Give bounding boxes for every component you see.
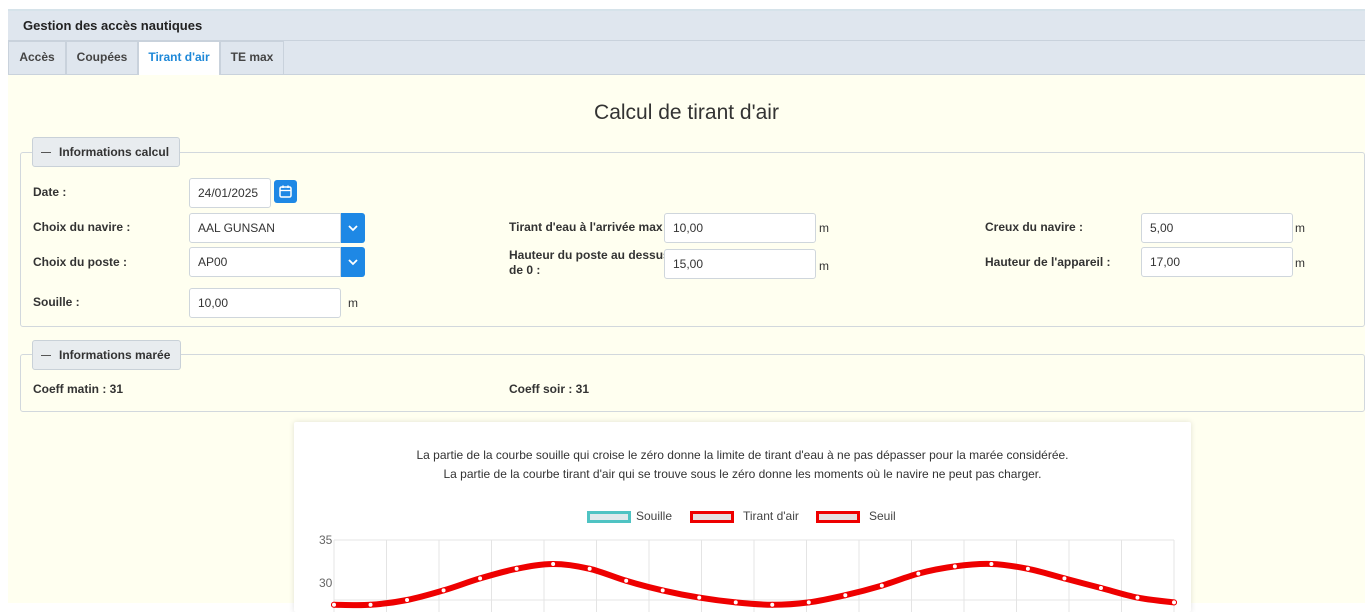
chart-plot: 35 30 <box>319 533 1177 612</box>
chevron-down-icon <box>348 259 358 266</box>
souille-input[interactable]: 10,00 <box>189 288 341 318</box>
date-input[interactable]: 24/01/2025 <box>189 178 271 208</box>
data-point[interactable] <box>842 592 849 599</box>
chart-card: La partie de la courbe souille qui crois… <box>294 422 1191 612</box>
data-point[interactable] <box>732 599 739 606</box>
navire-dropdown-button[interactable] <box>341 213 365 243</box>
coeff-matin: Coeff matin : 31 <box>33 382 124 396</box>
data-point[interactable] <box>805 599 812 606</box>
data-point[interactable] <box>659 587 666 594</box>
tab-te-max[interactable]: TE max <box>220 41 284 74</box>
data-point[interactable] <box>513 565 520 572</box>
hauteur-appareil-label: Hauteur de l'appareil : <box>985 255 1111 269</box>
info-calcul-legend: Informations calcul <box>59 145 170 159</box>
hauteur-appareil-unit: m <box>1295 256 1305 270</box>
poste-dropdown-button[interactable] <box>341 247 365 277</box>
creux-input[interactable]: 5,00 <box>1141 213 1293 243</box>
data-point[interactable] <box>988 561 995 567</box>
souille-unit: m <box>348 296 358 310</box>
tirant-eau-input[interactable]: 10,00 <box>664 213 816 243</box>
tirant-eau-label: Tirant d'eau à l'arrivée max : <box>509 220 670 234</box>
data-point[interactable] <box>915 570 922 577</box>
data-point[interactable] <box>623 577 630 584</box>
date-label: Date : <box>33 185 67 199</box>
window-title: Gestion des accès nautiques <box>23 18 203 33</box>
navire-label: Choix du navire : <box>33 220 131 234</box>
navire-select[interactable]: AAL GUNSAN <box>189 213 341 243</box>
info-maree-panel <box>20 354 1365 412</box>
poste-label: Choix du poste : <box>33 255 127 269</box>
creux-label: Creux du navire : <box>985 220 1084 234</box>
data-point[interactable] <box>1024 565 1031 572</box>
data-point[interactable] <box>1097 585 1104 591</box>
data-point[interactable] <box>367 601 374 608</box>
main-content: Calcul de tirant d'air Informations calc… <box>8 75 1365 612</box>
data-point[interactable] <box>331 601 337 608</box>
tabs-bar: Accès Coupées Tirant d'air TE max <box>8 41 1365 76</box>
y-tick-label: 30 <box>319 576 333 590</box>
tab-acces[interactable]: Accès <box>8 41 66 74</box>
hauteur-poste-unit: m <box>819 259 829 273</box>
minus-icon <box>41 355 51 357</box>
data-point[interactable] <box>404 597 411 603</box>
hauteur-poste-input[interactable]: 15,00 <box>664 249 816 279</box>
tab-coupees[interactable]: Coupées <box>66 41 138 74</box>
info-maree-legend: Informations marée <box>59 348 171 362</box>
data-point[interactable] <box>1171 599 1177 606</box>
info-maree-toggle[interactable]: Informations marée <box>32 340 182 370</box>
calendar-icon <box>279 185 292 198</box>
hauteur-poste-label-2: de 0 : <box>509 263 541 277</box>
data-point[interactable] <box>1134 594 1141 601</box>
data-point[interactable] <box>951 563 958 570</box>
souille-label: Souille : <box>33 295 80 309</box>
tab-tirant-air[interactable]: Tirant d'air <box>138 41 220 76</box>
hauteur-poste-label-1: Hauteur du poste au dessus <box>509 248 670 262</box>
data-point[interactable] <box>769 601 776 608</box>
minus-icon <box>41 152 51 154</box>
chevron-down-icon <box>348 225 358 232</box>
info-calcul-toggle[interactable]: Informations calcul <box>32 137 181 167</box>
creux-unit: m <box>1295 221 1305 235</box>
data-point[interactable] <box>440 587 447 594</box>
poste-select[interactable]: AP00 <box>189 247 341 277</box>
data-point[interactable] <box>878 582 885 589</box>
data-point[interactable] <box>477 575 484 582</box>
hauteur-appareil-input[interactable]: 17,00 <box>1141 247 1293 277</box>
data-point[interactable] <box>696 594 703 601</box>
coeff-soir: Coeff soir : 31 <box>509 382 590 396</box>
y-tick-label: 35 <box>319 533 333 547</box>
data-point[interactable] <box>586 565 593 572</box>
page-title: Calcul de tirant d'air <box>594 101 779 124</box>
calendar-button[interactable] <box>274 180 297 203</box>
data-point[interactable] <box>550 561 557 567</box>
window-header: Gestion des accès nautiques <box>8 11 1365 41</box>
data-point[interactable] <box>1061 575 1068 582</box>
tirant-eau-unit: m <box>819 221 829 235</box>
